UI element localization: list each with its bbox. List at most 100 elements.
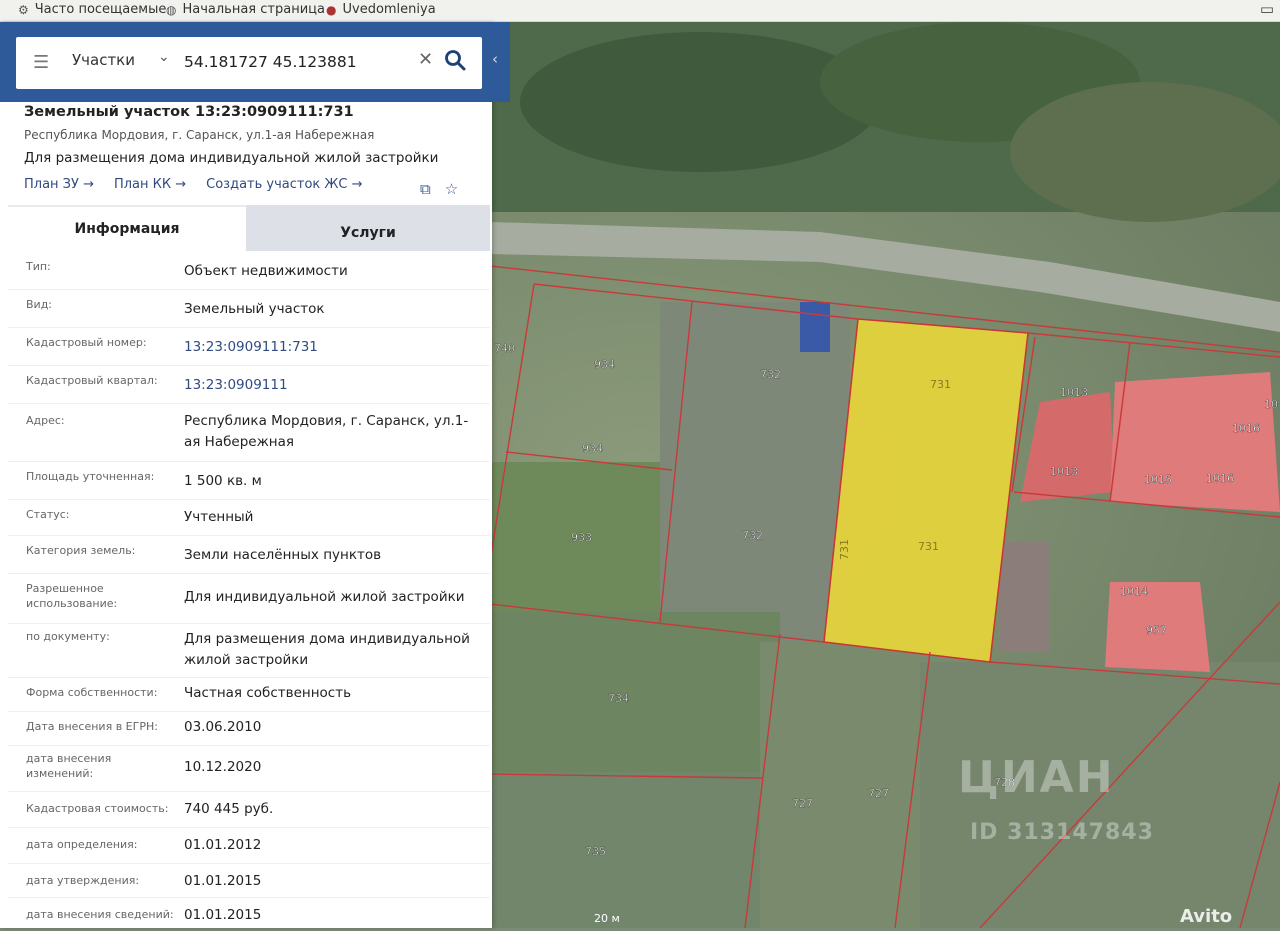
info-label: Адрес: — [26, 414, 65, 427]
map-label: 731 — [838, 539, 851, 560]
chevron-down-icon[interactable]: ⌄ — [158, 49, 170, 65]
info-value: Земли населённых пунктов — [184, 547, 382, 563]
zoom-to-icon[interactable]: ⧉ — [420, 180, 431, 198]
info-row: Тип: Объект недвижимости — [8, 251, 490, 290]
map-label: 740 — [494, 342, 515, 355]
bookmark-uvedomleniya[interactable]: ● Uvedomleniya — [326, 2, 436, 17]
info-label: Тип: — [26, 260, 51, 273]
map-label: 734 — [608, 692, 629, 705]
info-value: 10.12.2020 — [184, 759, 262, 775]
info-row: Вид: Земельный участок — [8, 289, 490, 328]
bookmark-frequent[interactable]: ⚙ Часто посещаемые — [18, 2, 166, 17]
info-label: Вид: — [26, 298, 53, 311]
parcel-address: Республика Мордовия, г. Саранск, ул.1-ая… — [24, 128, 375, 142]
gear-icon: ⚙ — [18, 2, 29, 17]
info-label: Площадь уточненная: — [26, 470, 155, 483]
map-label: 933 — [571, 531, 592, 544]
map-label: 732 — [742, 529, 763, 542]
info-value: Для индивидуальной жилой застройки — [184, 589, 465, 605]
info-row: дата определения: 01.01.2012 — [8, 827, 490, 864]
search-bar: ☰ Участки ⌄ ✕ ‹ — [0, 22, 510, 102]
info-label: дата утверждения: — [26, 874, 140, 887]
map-label: 1016 — [1206, 472, 1234, 485]
info-label: Разрешенное использование: — [26, 582, 118, 610]
map-label: 731 — [930, 378, 951, 391]
info-value: 01.01.2015 — [184, 907, 262, 923]
info-panel: ☰ Участки ⌄ ✕ ‹ Земельный участок 13:23:… — [0, 22, 510, 931]
cian-watermark-id: ID 313147843 — [970, 820, 1154, 845]
info-label: Кадастровый номер: — [26, 336, 147, 349]
star-icon[interactable]: ☆ — [445, 180, 458, 198]
bookmarks-bar: ⚙ Часто посещаемые ◍ Начальная страница … — [0, 0, 1280, 22]
info-value: 01.01.2015 — [184, 873, 262, 889]
map-label: 735 — [585, 845, 606, 858]
scale-label: 20 м — [594, 912, 620, 925]
parcel-purpose: Для размещения дома индивидуальной жилой… — [24, 150, 439, 166]
map-label: 1014 — [1120, 585, 1148, 598]
create-parcel-link[interactable]: Создать участок ЖС → — [206, 177, 362, 192]
window-control-icon[interactable]: ▭ — [1260, 0, 1274, 18]
parcel-actions: План ЗУ → План КК → Создать участок ЖС → — [24, 177, 363, 192]
avito-watermark: Avito — [1180, 906, 1233, 927]
map-label: 934 — [594, 358, 615, 371]
info-row: Кадастровый квартал: 13:23:0909111 — [8, 365, 490, 404]
info-label: дата определения: — [26, 838, 138, 851]
cadastral-number-link[interactable]: 13:23:0909111:731 — [184, 337, 474, 358]
info-row: дата внесения сведений: 01.01.2015 — [8, 897, 490, 931]
cadastral-quarter-link[interactable]: 13:23:0909111 — [184, 375, 474, 396]
cian-watermark: ЦИАН — [958, 752, 1115, 803]
info-value: Объект недвижимости — [184, 263, 348, 279]
info-value: Земельный участок — [184, 301, 325, 317]
search-box: ☰ Участки ⌄ ✕ — [16, 37, 482, 89]
map-label: 934 — [582, 442, 603, 455]
info-value: 03.06.2010 — [184, 719, 262, 735]
menu-icon[interactable]: ☰ — [33, 52, 49, 73]
plan-zu-link[interactable]: План ЗУ → — [24, 177, 94, 192]
info-value: Частная собственность — [184, 685, 352, 701]
info-label: по документу: — [26, 630, 110, 643]
bookmark-home[interactable]: ◍ Начальная страница — [166, 2, 325, 17]
shield-icon: ● — [326, 2, 337, 17]
info-value: Учтенный — [184, 509, 254, 525]
info-row: Площадь уточненная: 1 500 кв. м — [8, 461, 490, 500]
info-row: Адрес: Республика Мордовия, г. Саранск, … — [8, 403, 490, 462]
globe-icon: ◍ — [166, 2, 177, 17]
map-label: 1015 — [1144, 473, 1172, 486]
info-label: Кадастровая стоимость: — [26, 802, 169, 815]
info-label: Форма собственности: — [26, 686, 158, 699]
info-row: Дата внесения в ЕГРН: 03.06.2010 — [8, 711, 490, 746]
info-row: Категория земель: Земли населённых пункт… — [8, 535, 490, 574]
info-value: 01.01.2012 — [184, 837, 262, 853]
map-label: 727 — [868, 787, 889, 800]
info-row: Кадастровая стоимость: 740 445 руб. — [8, 791, 490, 828]
info-label: Статус: — [26, 508, 70, 521]
tab-services[interactable]: Услуги — [246, 205, 490, 251]
info-row: Разрешенное использование: Для индивидуа… — [8, 573, 490, 624]
search-input[interactable] — [184, 48, 409, 76]
map-label: 727 — [792, 797, 813, 810]
info-label: дата внесения сведений: — [26, 908, 174, 921]
info-row: дата внесения изменений: 10.12.2020 — [8, 745, 490, 792]
search-icon[interactable] — [443, 48, 467, 72]
clear-icon[interactable]: ✕ — [418, 49, 433, 70]
info-row: Кадастровый номер: 13:23:0909111:731 — [8, 327, 490, 366]
info-value: Для размещения дома индивидуальной жилой… — [184, 631, 470, 668]
map-label: 732 — [760, 368, 781, 381]
info-row: Форма собственности: Частная собственнос… — [8, 677, 490, 712]
parcel-action-icons: ⧉ ☆ — [420, 180, 458, 198]
info-value: 1 500 кв. м — [184, 473, 262, 489]
map-label: 1013 — [1060, 386, 1088, 399]
map-label: 957 — [1146, 624, 1167, 637]
map-label: 1013 — [1050, 465, 1078, 478]
parcel-header: Земельный участок 13:23:0909111:731 Респ… — [24, 104, 484, 166]
layer-selector-label[interactable]: Участки — [72, 51, 135, 69]
tab-bar: Информация Услуги — [8, 205, 490, 251]
tab-information[interactable]: Информация — [8, 205, 246, 251]
info-value: Республика Мордовия, г. Саранск, ул.1-ая… — [184, 413, 469, 450]
map-label: 731 — [918, 540, 939, 553]
plan-kk-link[interactable]: План КК → — [114, 177, 186, 192]
collapse-panel-icon[interactable]: ‹ — [492, 50, 498, 68]
info-label: дата внесения изменений: — [26, 752, 112, 780]
info-label: Дата внесения в ЕГРН: — [26, 720, 158, 733]
info-row: Статус: Учтенный — [8, 499, 490, 536]
